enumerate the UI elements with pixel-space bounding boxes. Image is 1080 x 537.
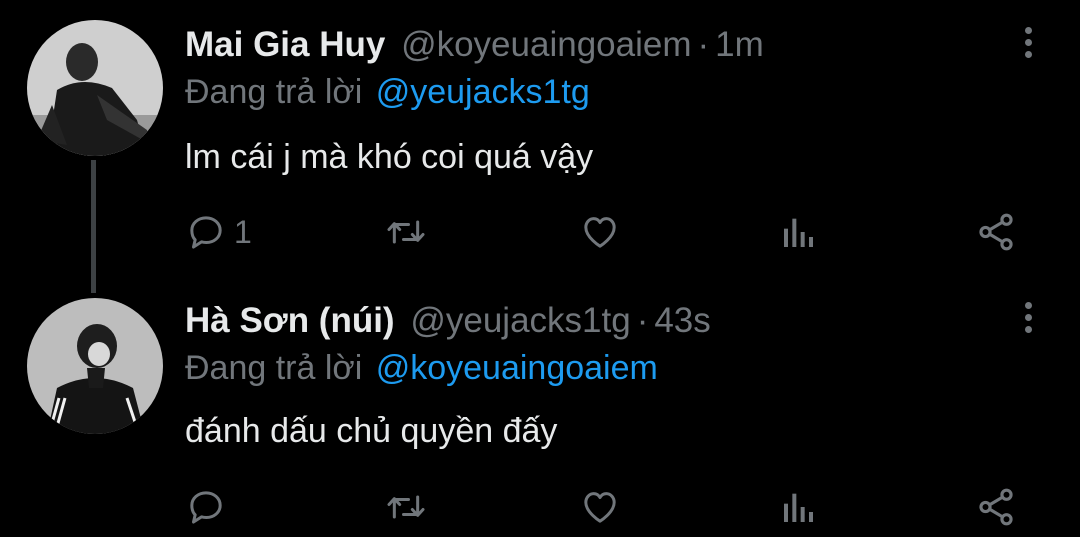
tweet-header: Mai Gia Huy @koyeuaingoaiem · 1m <box>185 23 764 67</box>
avatar-photo <box>27 20 163 156</box>
retweet-button[interactable] <box>384 207 428 257</box>
tweet[interactable]: Hà Sơn (núi) @yeujacks1tg · 43s Đang trả l… <box>0 274 1080 537</box>
action-bar: 1 <box>0 207 1080 257</box>
replying-to: Đang trả lời @yeujacks1tg <box>185 70 590 114</box>
timestamp[interactable]: 43s <box>654 301 710 340</box>
like-button[interactable] <box>580 482 620 532</box>
retweet-icon <box>387 220 425 244</box>
tweet-text: đánh dấu chủ quyền đấy <box>185 412 558 450</box>
replying-to-label: Đang trả lời <box>185 73 363 111</box>
separator-dot: · <box>697 25 710 64</box>
tweet-header: Hà Sơn (núi) @yeujacks1tg · 43s <box>185 299 711 343</box>
views-button[interactable] <box>779 482 819 532</box>
username-handle[interactable]: @koyeuaingoaiem <box>401 25 691 64</box>
username-handle[interactable]: @yeujacks1tg <box>410 301 630 340</box>
reply-target-link[interactable]: @koyeuaingoaiem <box>376 349 658 387</box>
share-icon <box>979 488 1013 526</box>
replying-to: Đang trả lời @koyeuaingoaiem <box>185 346 658 390</box>
like-icon <box>584 492 616 523</box>
reply-target-link[interactable]: @yeujacks1tg <box>376 73 590 111</box>
like-button[interactable] <box>580 207 620 257</box>
reply-button[interactable] <box>186 482 234 532</box>
reply-button[interactable]: 1 <box>186 207 252 257</box>
reply-icon <box>190 491 222 524</box>
action-bar <box>0 482 1080 532</box>
avatar[interactable] <box>27 20 163 156</box>
avatar[interactable] <box>27 298 163 434</box>
views-icon <box>784 493 813 522</box>
separator-dot: · <box>636 301 649 340</box>
reply-icon <box>190 216 222 249</box>
more-vertical-icon[interactable] <box>1022 302 1034 338</box>
avatar-photo <box>27 298 163 434</box>
tweet[interactable]: Mai Gia Huy @koyeuaingoaiem · 1m Đang trả … <box>0 0 1080 293</box>
display-name[interactable]: Hà Sơn (núi) <box>185 301 395 340</box>
display-name[interactable]: Mai Gia Huy <box>185 25 385 64</box>
views-icon <box>784 218 813 247</box>
replying-to-label: Đang trả lời <box>185 349 363 387</box>
views-button[interactable] <box>779 207 819 257</box>
tweet-text: lm cái j mà khó coi quá vậy <box>185 138 594 176</box>
like-icon <box>584 217 616 248</box>
timestamp[interactable]: 1m <box>715 25 764 64</box>
share-button[interactable] <box>975 207 1017 257</box>
reply-count: 1 <box>234 213 252 250</box>
share-icon <box>979 213 1013 251</box>
share-button[interactable] <box>975 482 1017 532</box>
retweet-button[interactable] <box>384 482 428 532</box>
retweet-icon <box>387 495 425 519</box>
more-vertical-icon[interactable] <box>1022 27 1034 63</box>
